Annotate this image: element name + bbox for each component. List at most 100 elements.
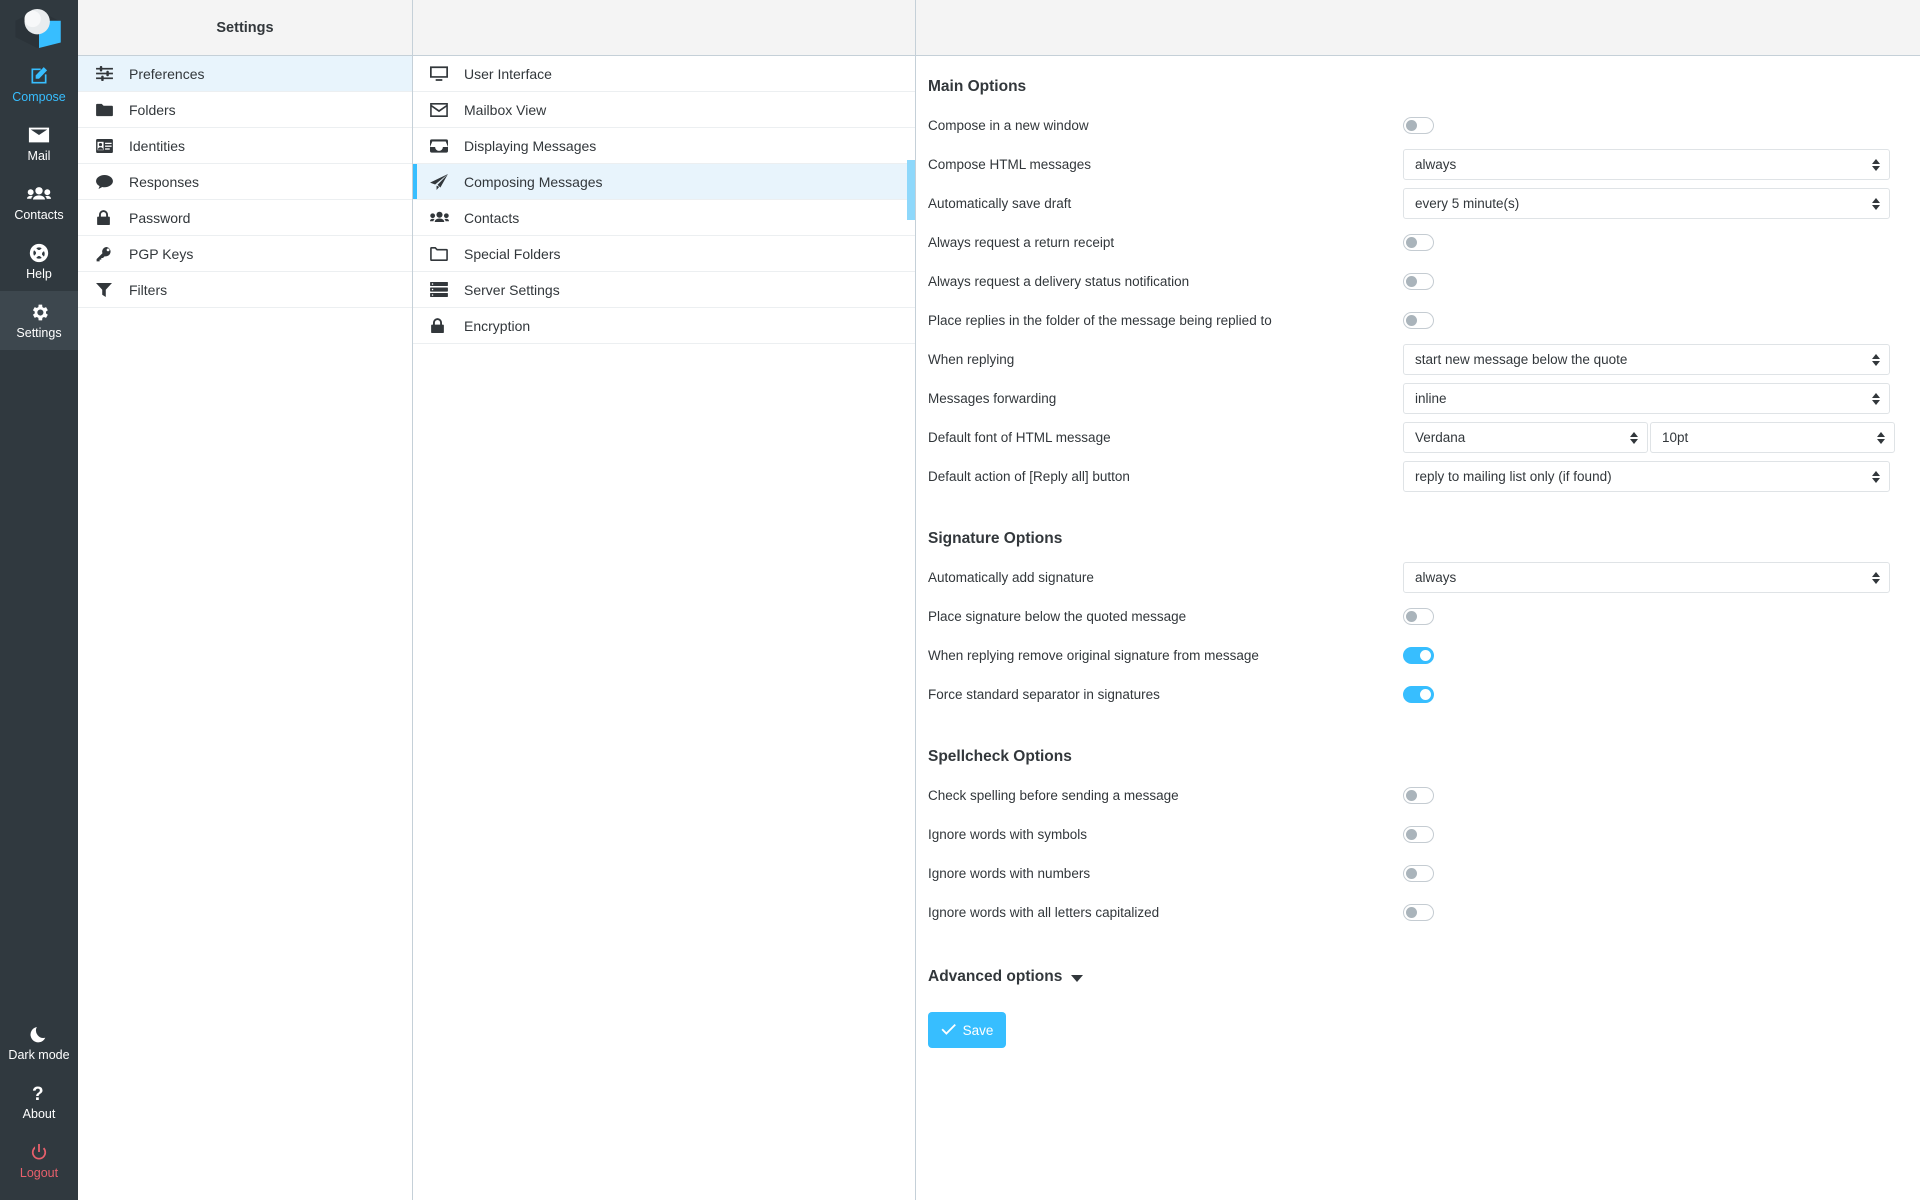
page-title: Settings <box>216 19 274 36</box>
taskbar-item-mail[interactable]: Mail <box>0 114 78 173</box>
sidebar-item-password[interactable]: Password <box>78 200 412 236</box>
comment-icon <box>96 174 116 189</box>
sliders-icon <box>96 66 116 81</box>
select-default-font-family[interactable]: Verdana <box>1403 422 1648 453</box>
toggle-ignore-words-with-numbers[interactable] <box>1403 865 1434 882</box>
prefs-item-user-interface[interactable]: User Interface <box>413 56 915 92</box>
row-label: Force standard separator in signatures <box>928 687 1160 702</box>
row-return-receipt: Always request a return receipt <box>916 223 1920 262</box>
settings-list: Preferences Folders Identities Responses <box>78 56 412 308</box>
settings-column-header: Settings <box>78 0 412 56</box>
sidebar-item-identities[interactable]: Identities <box>78 128 412 164</box>
sidebar-item-label: PGP Keys <box>129 245 194 262</box>
question-mark-icon: ? <box>32 1082 46 1104</box>
taskbar-item-about[interactable]: ? About <box>0 1072 78 1131</box>
row-label: Ignore words with all letters capitalize… <box>928 905 1160 920</box>
row-messages-forwarding: Messages forwarding inline <box>916 379 1920 418</box>
prefs-item-displaying-messages[interactable]: Displaying Messages <box>413 128 915 164</box>
select-compose-html-messages[interactable]: always <box>1403 149 1890 180</box>
sidebar-item-label: Identities <box>129 137 186 154</box>
prefs-item-special-folders[interactable]: Special Folders <box>413 236 915 272</box>
row-label: When replying remove original signature … <box>928 648 1259 663</box>
toggle-ignore-words-all-caps[interactable] <box>1403 904 1434 921</box>
row-label: Always request a delivery status notific… <box>928 274 1190 289</box>
chevron-updown-icon <box>1872 571 1880 584</box>
row-control: always <box>1403 562 1920 593</box>
select-messages-forwarding[interactable]: inline <box>1403 383 1890 414</box>
lock-icon <box>96 209 116 226</box>
form-signature-options: Automatically add signature always Place… <box>916 558 1920 714</box>
select-when-replying[interactable]: start new message below the quote <box>1403 344 1890 375</box>
row-control: Verdana 10pt <box>1403 422 1920 453</box>
toggle-place-replies-in-folder[interactable] <box>1403 312 1434 329</box>
toggle-compose-in-new-window[interactable] <box>1403 117 1434 134</box>
row-ignore-capitalized: Ignore words with all letters capitalize… <box>916 893 1920 932</box>
row-label: Place replies in the folder of the messa… <box>928 313 1272 328</box>
row-label: Check spelling before sending a message <box>928 788 1179 803</box>
row-delivery-status: Always request a delivery status notific… <box>916 262 1920 301</box>
select-automatically-add-signature[interactable]: always <box>1403 562 1890 593</box>
row-control: reply to mailing list only (if found) <box>1403 461 1920 492</box>
row-control: start new message below the quote <box>1403 344 1920 375</box>
taskbar-item-help[interactable]: Help <box>0 232 78 291</box>
sidebar-item-responses[interactable]: Responses <box>78 164 412 200</box>
toggle-always-request-delivery-status[interactable] <box>1403 273 1434 290</box>
row-control <box>1403 117 1920 134</box>
advanced-options-toggle[interactable]: Advanced options <box>916 968 1920 986</box>
toggle-ignore-words-with-symbols[interactable] <box>1403 826 1434 843</box>
toggle-remove-original-signature[interactable] <box>1403 647 1434 664</box>
taskbar-item-dark-mode[interactable]: Dark mode <box>0 1013 78 1072</box>
form-spellcheck-options: Check spelling before sending a message … <box>916 776 1920 932</box>
row-label: Default action of [Reply all] button <box>928 469 1130 484</box>
settings-column: Settings Preferences Folders Identities <box>78 0 413 1200</box>
select-value: start new message below the quote <box>1415 352 1628 367</box>
folder-outline-icon <box>430 246 450 261</box>
toggle-force-standard-separator[interactable] <box>1403 686 1434 703</box>
row-label: Always request a return receipt <box>928 235 1115 250</box>
taskbar-item-settings[interactable]: Settings <box>0 291 78 350</box>
prefs-item-server-settings[interactable]: Server Settings <box>413 272 915 308</box>
main-body: Main Options Compose in a new window Com… <box>916 56 1920 1048</box>
sidebar-item-preferences[interactable]: Preferences <box>78 56 412 92</box>
toggle-always-request-return-receipt[interactable] <box>1403 234 1434 251</box>
sidebar-item-folders[interactable]: Folders <box>78 92 412 128</box>
select-automatically-save-draft[interactable]: every 5 minute(s) <box>1403 188 1890 219</box>
section-title-main-options: Main Options <box>928 78 1027 95</box>
envelope-outline-icon <box>430 102 450 117</box>
people-icon <box>27 183 51 205</box>
scrollbar-thumb[interactable] <box>907 160 915 220</box>
section-title-signature-options: Signature Options <box>928 530 1063 547</box>
toggle-check-spelling-before-sending[interactable] <box>1403 787 1434 804</box>
toggle-place-signature-below-quoted[interactable] <box>1403 608 1434 625</box>
prefs-item-label: Special Folders <box>464 245 561 262</box>
sidebar-item-label: Password <box>129 209 191 226</box>
section-title-spellcheck-options: Spellcheck Options <box>928 748 1072 765</box>
select-value: always <box>1415 570 1457 585</box>
funnel-icon <box>96 282 116 297</box>
prefs-item-encryption[interactable]: Encryption <box>413 308 915 344</box>
save-button[interactable]: Save <box>928 1012 1006 1048</box>
taskbar-item-label: Settings <box>16 326 62 340</box>
select-default-action-reply-all[interactable]: reply to mailing list only (if found) <box>1403 461 1890 492</box>
chevron-updown-icon <box>1877 431 1885 444</box>
sidebar-item-label: Folders <box>129 101 176 118</box>
sidebar-item-pgp-keys[interactable]: PGP Keys <box>78 236 412 272</box>
select-default-font-size[interactable]: 10pt <box>1650 422 1895 453</box>
taskbar-item-contacts[interactable]: Contacts <box>0 173 78 232</box>
taskbar-item-logout[interactable]: Logout <box>0 1131 78 1190</box>
row-control <box>1403 312 1920 329</box>
row-control <box>1403 608 1920 625</box>
taskbar-item-label: Contacts <box>14 208 64 222</box>
prefs-item-mailbox-view[interactable]: Mailbox View <box>413 92 915 128</box>
sidebar-item-label: Preferences <box>129 65 205 82</box>
sidebar-item-filters[interactable]: Filters <box>78 272 412 308</box>
row-auto-save-draft: Automatically save draft every 5 minute(… <box>916 184 1920 223</box>
chevron-updown-icon <box>1872 392 1880 405</box>
prefs-item-contacts[interactable]: Contacts <box>413 200 915 236</box>
row-label: Compose in a new window <box>928 118 1089 133</box>
taskbar-item-label: Help <box>26 267 52 281</box>
taskbar-item-compose[interactable]: Compose <box>0 55 78 114</box>
inbox-icon <box>430 138 450 153</box>
prefs-item-composing-messages[interactable]: Composing Messages <box>413 164 915 200</box>
key-icon <box>96 246 116 262</box>
